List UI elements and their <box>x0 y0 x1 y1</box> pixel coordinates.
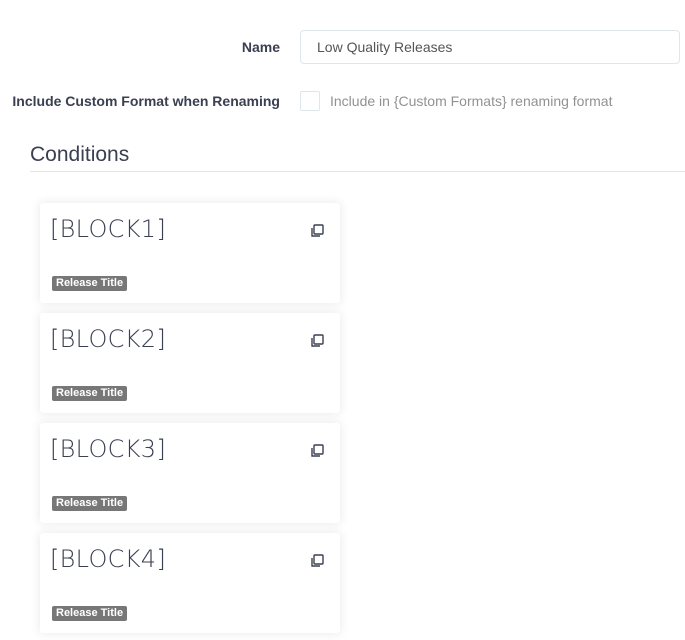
clone-icon[interactable] <box>310 334 324 348</box>
rename-label: Include Custom Format when Renaming <box>12 93 280 109</box>
clone-icon[interactable] <box>310 444 324 458</box>
clone-icon[interactable] <box>310 554 324 568</box>
section-divider <box>30 171 685 172</box>
condition-card[interactable]: [BLOCK3] Release Title <box>40 423 340 523</box>
conditions-heading: Conditions <box>30 143 130 166</box>
rename-row: Include Custom Format when Renaming <box>0 90 280 112</box>
condition-card[interactable]: [BLOCK2] Release Title <box>40 313 340 413</box>
condition-title: [BLOCK1] <box>50 215 167 243</box>
name-row: Name <box>0 30 280 64</box>
name-label: Name <box>241 39 280 55</box>
conditions-list: [BLOCK1] Release Title [BLOCK2] Release … <box>40 203 340 640</box>
condition-title: [BLOCK4] <box>50 545 167 573</box>
clone-icon[interactable] <box>310 224 324 238</box>
custom-format-edit-form: Name Include Custom Format when Renaming… <box>0 0 685 640</box>
condition-title: [BLOCK2] <box>50 325 167 353</box>
rename-help-text: Include in {Custom Formats} renaming for… <box>330 93 613 109</box>
rename-checkbox[interactable] <box>300 91 320 111</box>
condition-type-badge: Release Title <box>52 496 128 511</box>
condition-type-badge: Release Title <box>52 386 128 401</box>
condition-card[interactable]: [BLOCK4] Release Title <box>40 533 340 633</box>
condition-type-badge: Release Title <box>52 606 128 621</box>
condition-type-badge: Release Title <box>52 276 128 291</box>
name-input[interactable] <box>300 30 680 64</box>
condition-card[interactable]: [BLOCK1] Release Title <box>40 203 340 303</box>
condition-title: [BLOCK3] <box>50 435 167 463</box>
